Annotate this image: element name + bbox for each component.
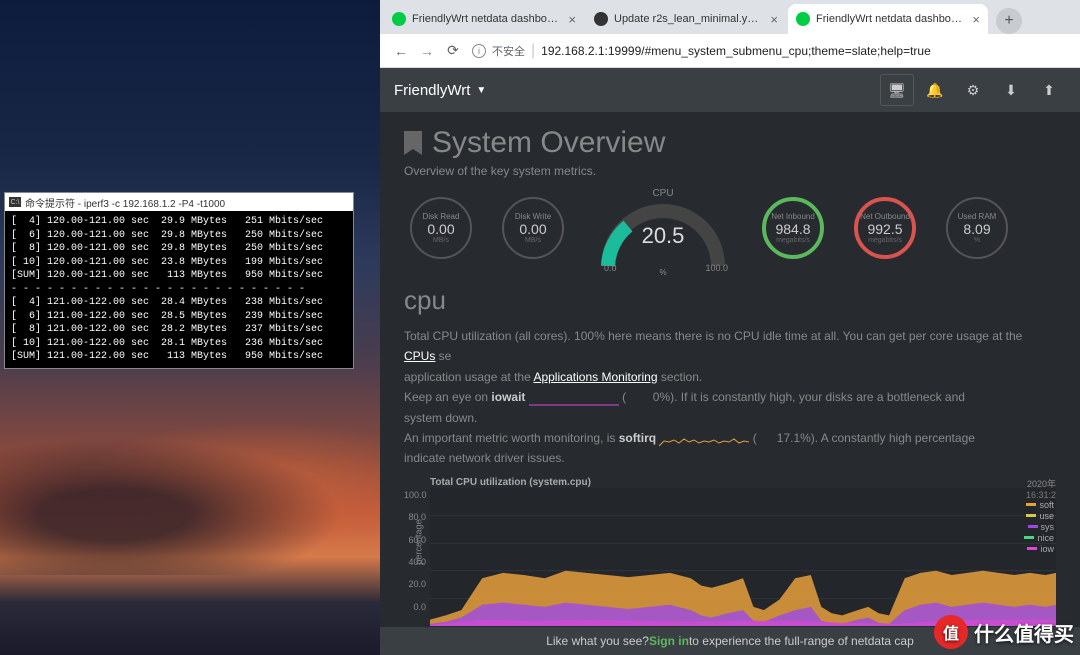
- apps-link[interactable]: Applications Monitoring: [533, 370, 657, 384]
- page-title: System Overview: [404, 126, 1056, 160]
- cpu-desc-4: system down.: [404, 408, 1056, 428]
- gear-icon[interactable]: ⚙: [956, 74, 990, 106]
- forward-button[interactable]: →: [414, 38, 440, 64]
- netdata-favicon: [796, 12, 810, 26]
- gauge-net-in[interactable]: Net Inbound 984.8 megabits/s: [756, 188, 830, 268]
- back-button[interactable]: ←: [388, 38, 414, 64]
- gauge-disk-read[interactable]: Disk Read 0.00 MB/s: [404, 188, 478, 268]
- tab-2[interactable]: Update r2s_lean_minimal.yml · k ×: [586, 4, 786, 34]
- address-bar-row: ← → ⟳ i 不安全 | 192.168.2.1:19999/#menu_sy…: [380, 34, 1080, 68]
- chart-legend[interactable]: soft use sys nice iow: [1024, 500, 1054, 555]
- cpu-desc-3: Keep an eye on iowait ( 0%). If it is co…: [404, 387, 1056, 407]
- cpu-desc-5: An important metric worth monitoring, is…: [404, 428, 1056, 448]
- softirq-sparkline: [659, 433, 749, 445]
- monitor-icon[interactable]: 🖥: [880, 74, 914, 106]
- cmd-icon: C:\: [9, 197, 21, 207]
- github-favicon: [594, 12, 608, 26]
- tab-1[interactable]: FriendlyWrt netdata dashboard ×: [384, 4, 584, 34]
- brand-dropdown[interactable]: FriendlyWrt ▼: [394, 82, 486, 99]
- netdata-page: FriendlyWrt ▼ 🖥 🔔 ⚙ ⬇ ⬆ System Overview …: [380, 68, 1080, 655]
- insecure-label[interactable]: 不安全: [492, 43, 525, 59]
- tab-strip: FriendlyWrt netdata dashboard × Update r…: [380, 0, 1080, 34]
- upload-icon[interactable]: ⬆: [1032, 74, 1066, 106]
- tab-3-active[interactable]: FriendlyWrt netdata dashboard ×: [788, 4, 988, 34]
- nav-icons: 🖥 🔔 ⚙ ⬇ ⬆: [880, 74, 1066, 106]
- y-axis-label: percentage: [414, 519, 424, 564]
- tab-2-text: Update r2s_lean_minimal.yml · k: [614, 13, 764, 25]
- addr-separator: |: [531, 42, 535, 60]
- close-icon[interactable]: ×: [770, 12, 778, 27]
- cpu-desc-1: Total CPU utilization (all cores). 100% …: [404, 326, 1056, 367]
- gauge-disk-write[interactable]: Disk Write 0.00 MB/s: [496, 188, 570, 268]
- watermark: 值 什么值得买: [934, 615, 1074, 649]
- signin-link[interactable]: Sign in: [649, 634, 689, 648]
- section-cpu-title: cpu: [404, 285, 1056, 316]
- gauge-ram[interactable]: Used RAM 8.09 %: [940, 188, 1014, 268]
- netdata-content: System Overview Overview of the key syst…: [380, 112, 1080, 640]
- chevron-down-icon: ▼: [476, 85, 486, 96]
- command-prompt-window: C:\ 命令提示符 - iperf3 -c 192.168.1.2 -P4 -t…: [4, 192, 354, 369]
- netdata-favicon: [392, 12, 406, 26]
- cloud-layer: [0, 425, 380, 575]
- bell-icon[interactable]: 🔔: [918, 74, 952, 106]
- h1-text: System Overview: [432, 126, 665, 160]
- chart-title: Total CPU utilization (system.cpu): [404, 477, 1056, 488]
- page-subtitle: Overview of the key system metrics.: [404, 164, 1056, 178]
- gauge-cpu[interactable]: CPU 20.5 0.0 100.0 %: [588, 188, 738, 271]
- site-info-icon[interactable]: i: [472, 44, 486, 58]
- reload-button[interactable]: ⟳: [440, 38, 466, 64]
- download-icon[interactable]: ⬇: [994, 74, 1028, 106]
- iowait-sparkline: [529, 392, 619, 404]
- gauges-row: Disk Read 0.00 MB/s Disk Write 0.00 MB/s…: [404, 188, 1056, 271]
- tab-3-text: FriendlyWrt netdata dashboard: [816, 13, 966, 25]
- watermark-text: 什么值得买: [974, 618, 1074, 647]
- cpu-desc-2: application usage at the Applications Mo…: [404, 367, 1056, 387]
- bookmark-icon: [404, 131, 422, 155]
- cpus-link[interactable]: CPUs: [404, 349, 435, 363]
- cpu-desc-6: indicate network driver issues.: [404, 448, 1056, 468]
- gauge-net-out[interactable]: Net Outbound 992.5 megabits/s: [848, 188, 922, 268]
- url-text[interactable]: 192.168.2.1:19999/#menu_system_submenu_c…: [541, 44, 1072, 58]
- watermark-badge: 值: [934, 615, 968, 649]
- close-icon[interactable]: ×: [972, 12, 980, 27]
- brand-text: FriendlyWrt: [394, 82, 470, 99]
- cmd-title-text: 命令提示符 - iperf3 -c 192.168.1.2 -P4 -t1000: [25, 195, 225, 210]
- close-icon[interactable]: ×: [568, 12, 576, 27]
- cmd-output[interactable]: [ 4] 120.00-121.00 sec 29.9 MBytes 251 M…: [5, 211, 353, 368]
- browser-window: FriendlyWrt netdata dashboard × Update r…: [380, 0, 1080, 655]
- netdata-navbar: FriendlyWrt ▼ 🖥 🔔 ⚙ ⬇ ⬆: [380, 68, 1080, 112]
- cmd-titlebar[interactable]: C:\ 命令提示符 - iperf3 -c 192.168.1.2 -P4 -t…: [5, 193, 353, 211]
- new-tab-button[interactable]: +: [996, 8, 1022, 34]
- tab-1-text: FriendlyWrt netdata dashboard: [412, 13, 562, 25]
- chart-plot[interactable]: soft use sys nice iow: [430, 488, 1056, 626]
- cpu-chart[interactable]: Total CPU utilization (system.cpu) 2020年…: [404, 477, 1056, 626]
